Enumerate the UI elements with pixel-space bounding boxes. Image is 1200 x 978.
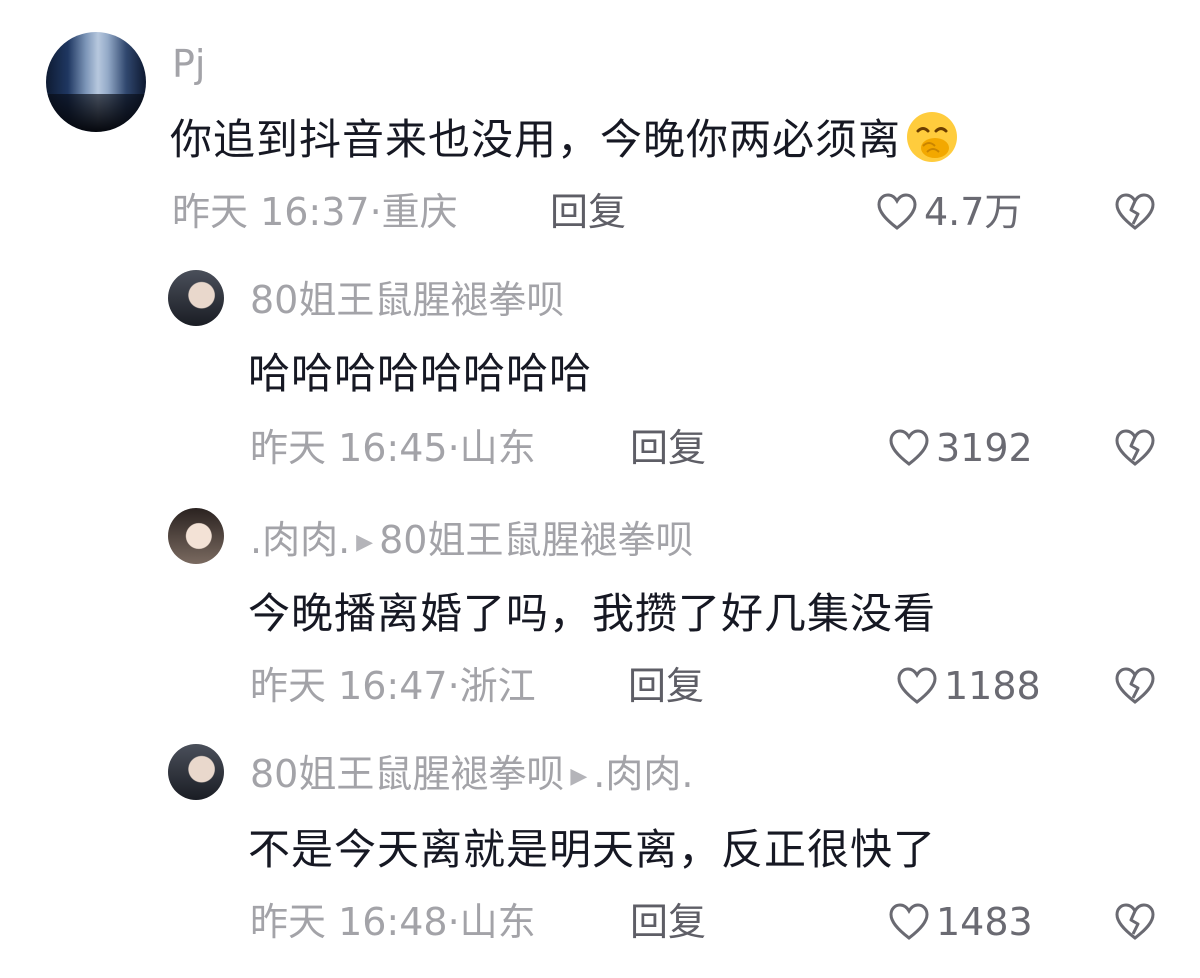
comment-text: 不是今天离就是明天离，反正很快了 — [248, 825, 937, 874]
like-button[interactable]: 1483 — [888, 898, 1033, 946]
broken-heart-icon[interactable] — [1114, 428, 1156, 468]
comment-text: 今晚播离婚了吗，我攒了好几集没看 — [248, 589, 937, 638]
heart-outline-icon — [889, 903, 929, 940]
like-count: 1188 — [944, 664, 1041, 708]
heart-outline-icon — [877, 193, 917, 230]
comment-username[interactable]: .肉肉. — [250, 518, 350, 562]
avatar[interactable] — [168, 744, 224, 800]
avatar[interactable] — [46, 32, 146, 132]
comment-meta: 昨天 16:45·山东 — [250, 426, 536, 470]
reply-button[interactable]: 回复 — [550, 188, 626, 236]
like-count: 3192 — [936, 426, 1033, 470]
avatar[interactable] — [168, 270, 224, 326]
comment-username-line: .肉肉. ▶ 80姐王鼠腥褪拳呗 — [250, 516, 693, 571]
comment-username[interactable]: 80姐王鼠腥褪拳呗 — [250, 276, 564, 324]
like-button[interactable]: 1188 — [896, 662, 1041, 710]
comment-meta: 昨天 16:47·浙江 — [250, 664, 536, 708]
comment-meta: 昨天 16:48·山东 — [250, 900, 536, 944]
avatar[interactable] — [168, 508, 224, 564]
heart-outline-icon — [889, 429, 929, 466]
reply-button[interactable]: 回复 — [630, 424, 706, 472]
reply-to-username[interactable]: 80姐王鼠腥褪拳呗 — [379, 518, 693, 562]
comment-text: 你追到抖音来也没用，今晚你两必须离 — [170, 110, 959, 168]
reply-button[interactable]: 回复 — [628, 662, 704, 710]
comment-text: 哈哈哈哈哈哈哈哈 — [248, 349, 593, 398]
hand-over-mouth-emoji-icon — [907, 112, 958, 162]
broken-heart-icon[interactable] — [1114, 902, 1156, 942]
like-button[interactable]: 3192 — [888, 424, 1033, 472]
comment-text-content: 你追到抖音来也没用，今晚你两必须离 — [170, 115, 902, 164]
heart-outline-icon — [897, 667, 937, 704]
like-count: 4.7万 — [924, 190, 1023, 234]
right-triangle-icon: ▶ — [570, 764, 588, 789]
like-count: 1483 — [936, 900, 1033, 944]
comment-username[interactable]: 80姐王鼠腥褪拳呗 — [250, 752, 564, 796]
reply-to-username[interactable]: .肉肉. — [593, 752, 693, 796]
like-button[interactable]: 4.7万 — [876, 188, 1022, 236]
comment-meta: 昨天 16:37·重庆 — [172, 190, 458, 234]
right-triangle-icon: ▶ — [356, 530, 374, 555]
comment-username-line: 80姐王鼠腥褪拳呗 ▶ .肉肉. — [250, 750, 693, 805]
broken-heart-icon[interactable] — [1114, 192, 1156, 232]
broken-heart-icon[interactable] — [1114, 666, 1156, 706]
comment-username[interactable]: Pj — [172, 40, 205, 88]
reply-button[interactable]: 回复 — [630, 898, 706, 946]
